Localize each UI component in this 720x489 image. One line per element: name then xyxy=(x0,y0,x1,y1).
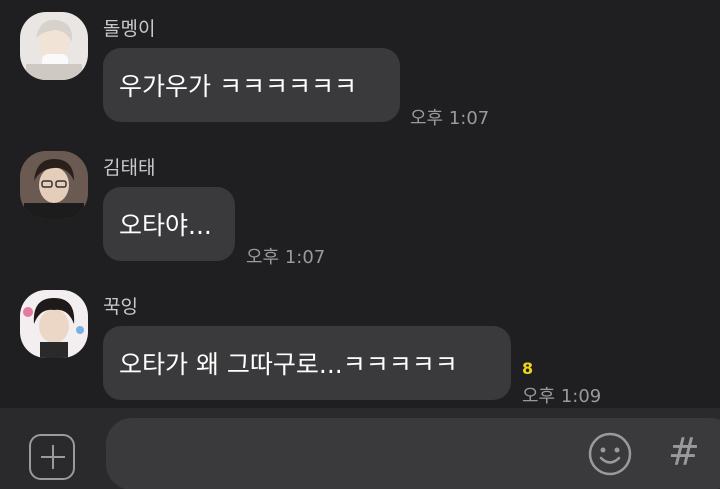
sender-name: 꾹잉 xyxy=(103,296,138,318)
message-time: 오후 1:07 xyxy=(246,247,326,268)
unread-count: 8 xyxy=(522,359,534,378)
avatar[interactable] xyxy=(20,12,88,80)
hashtag-button[interactable]: # xyxy=(668,430,700,474)
message-time: 오후 1:07 xyxy=(410,108,490,129)
smiley-icon[interactable] xyxy=(587,431,633,477)
sender-name: 돌멩이 xyxy=(103,18,156,40)
plus-square-icon[interactable] xyxy=(29,434,75,480)
avatar[interactable] xyxy=(20,151,88,219)
sender-name: 김태태 xyxy=(103,157,156,179)
message-time: 오후 1:09 xyxy=(522,386,602,407)
chat-area: 돌멩이 우가우가 ㅋㅋㅋㅋㅋㅋ 오후 1:07 김태태 오타야... 오후 1:… xyxy=(0,0,720,408)
message-bubble[interactable]: 오타야... xyxy=(103,187,235,261)
message-bubble[interactable]: 오타가 왜 그따구로...ㅋㅋㅋㅋㅋ xyxy=(103,326,511,400)
message-bubble[interactable]: 우가우가 ㅋㅋㅋㅋㅋㅋ xyxy=(103,48,400,122)
avatar[interactable] xyxy=(20,290,88,358)
